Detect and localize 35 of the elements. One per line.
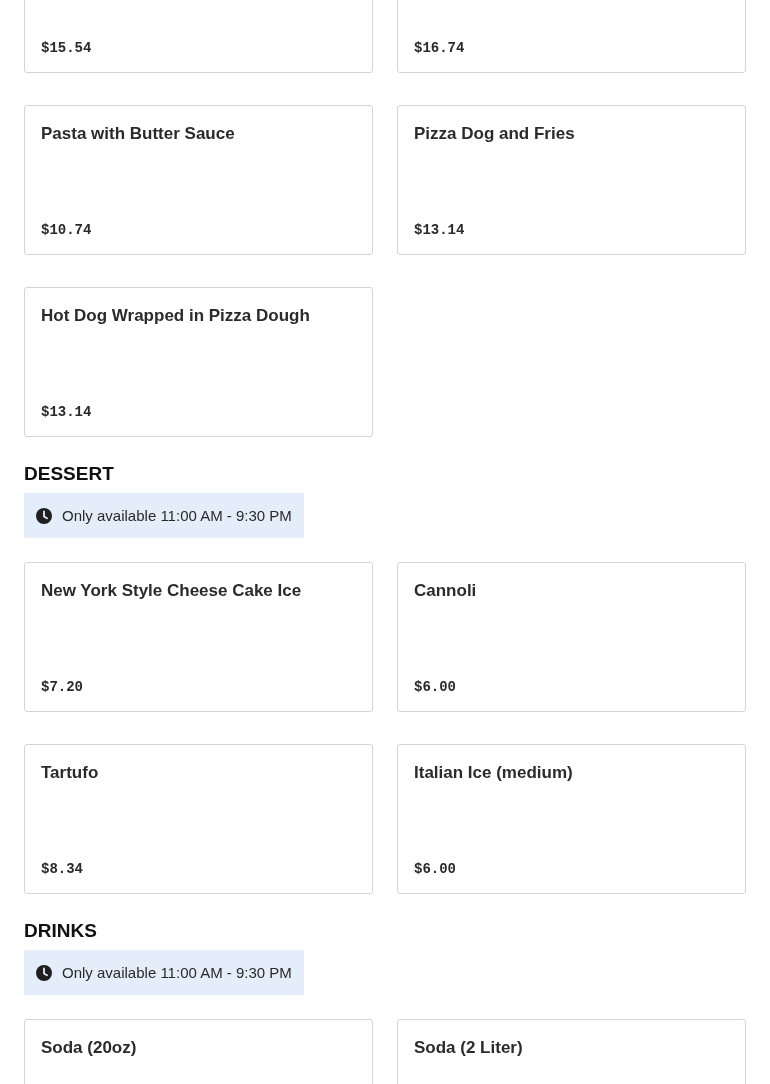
menu-item-card[interactable]: Soda (20oz)	[24, 1019, 373, 1084]
item-price: $13.14	[41, 404, 93, 420]
section-heading: DRINKS	[24, 920, 98, 942]
menu-item-card[interactable]: Hot Dog Wrapped in Pizza Dough $13.14	[24, 287, 373, 437]
menu-item-card[interactable]: $15.54	[24, 0, 373, 73]
item-name: Pasta with Butter Sauce	[41, 124, 236, 144]
menu-item-card[interactable]: Italian Ice (medium) $6.00	[397, 744, 746, 894]
clock-icon	[36, 507, 52, 524]
menu-item-card[interactable]: Soda (2 Liter)	[397, 1019, 746, 1084]
menu-item-card[interactable]: Pasta with Butter Sauce $10.74	[24, 105, 373, 255]
item-name: Hot Dog Wrapped in Pizza Dough	[41, 306, 311, 326]
clock-icon	[36, 964, 52, 981]
item-name: Cannoli	[414, 581, 478, 601]
item-price: $8.34	[41, 861, 84, 877]
menu-item-card[interactable]: Tartufo $8.34	[24, 744, 373, 894]
availability-text: Only available 11:00 AM - 9:30 PM	[62, 507, 292, 524]
item-name: Tartufo	[41, 763, 100, 783]
section-heading: DESSERT	[24, 463, 115, 485]
availability-text: Only available 11:00 AM - 9:30 PM	[62, 964, 292, 981]
item-name: New York Style Cheese Cake Ice	[41, 581, 303, 601]
item-price: $16.74	[414, 40, 466, 56]
menu-item-card[interactable]: Pizza Dog and Fries $13.14	[397, 105, 746, 255]
item-name: Pizza Dog and Fries	[414, 124, 576, 144]
menu-item-card[interactable]: $16.74	[397, 0, 746, 73]
item-price: $15.54	[41, 40, 93, 56]
item-name: Soda (2 Liter)	[414, 1038, 524, 1058]
item-name: Italian Ice (medium)	[414, 763, 574, 783]
item-price: $10.74	[41, 222, 93, 238]
item-price: $6.00	[414, 679, 457, 695]
item-name: Soda (20oz)	[41, 1038, 138, 1058]
menu-item-card[interactable]: Cannoli $6.00	[397, 562, 746, 712]
item-price: $6.00	[414, 861, 457, 877]
item-price: $13.14	[414, 222, 466, 238]
menu-item-card[interactable]: New York Style Cheese Cake Ice $7.20	[24, 562, 373, 712]
item-price: $7.20	[41, 679, 84, 695]
